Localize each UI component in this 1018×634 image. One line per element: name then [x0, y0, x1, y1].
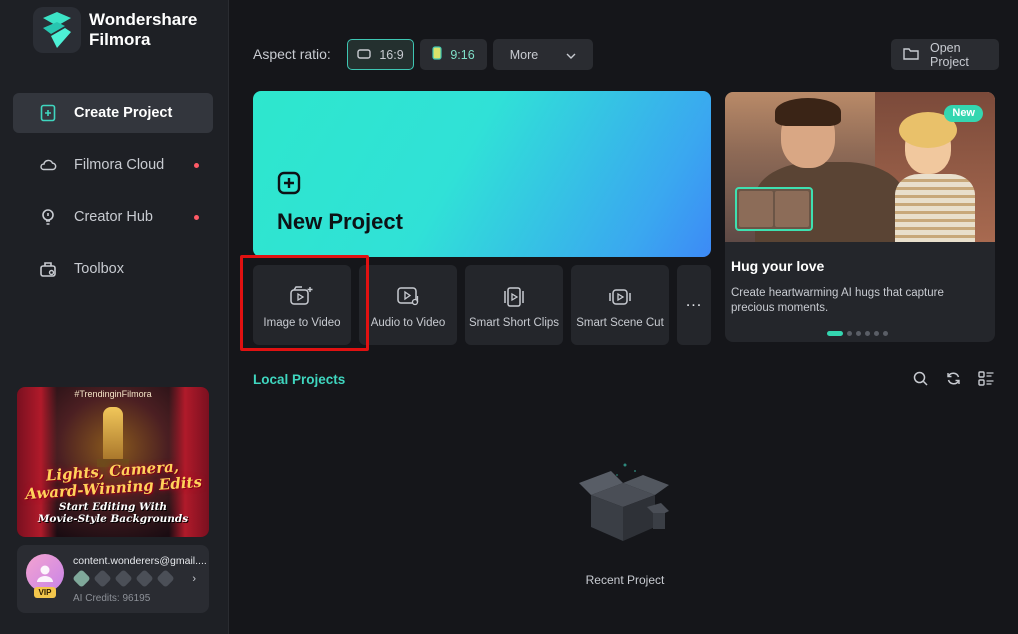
new-project-title: New Project: [277, 209, 403, 234]
aspect-more-dropdown[interactable]: More: [493, 39, 593, 70]
ai-credits: AI Credits: 96195: [73, 593, 151, 604]
badge-icon: [114, 569, 133, 588]
sidebar-nav: Create Project Filmora Cloud Creator Hub…: [13, 93, 213, 301]
new-badge: New: [944, 105, 983, 122]
audio-to-video-button[interactable]: Audio to Video: [359, 265, 457, 345]
sidebar-item-filmora-cloud[interactable]: Filmora Cloud: [13, 145, 213, 185]
create-project-icon: [39, 104, 57, 122]
vip-badge: VIP: [34, 587, 56, 598]
notification-dot: [194, 163, 199, 168]
aspect-9-16-label: 9:16: [450, 47, 475, 62]
thumbnail-preview: [735, 187, 813, 231]
account-badges: [72, 569, 175, 588]
carousel-dots: [827, 331, 888, 336]
open-project-label: Open Project: [930, 40, 969, 69]
local-projects-toolbar: [912, 370, 994, 386]
sidebar-item-label: Filmora Cloud: [74, 157, 165, 173]
app-logo: Wondershare Filmora: [33, 7, 209, 53]
feature-carousel[interactable]: New Hug your love Create heartwarming AI…: [725, 92, 995, 342]
sidebar-item-create-project[interactable]: Create Project: [13, 93, 213, 133]
chevron-right-icon[interactable]: ›: [192, 573, 196, 585]
badge-icon: [93, 569, 112, 588]
tool-label: Smart Short Clips: [468, 317, 560, 329]
new-project-button[interactable]: New Project: [253, 91, 711, 257]
portrait-icon: [432, 46, 442, 63]
empty-box-icon: [573, 455, 677, 560]
local-projects-title: Local Projects: [253, 372, 346, 387]
aspect-16-9-label: 16:9: [379, 47, 404, 62]
sidebar-item-label: Create Project: [74, 105, 173, 121]
feature-description: Create heartwarming AI hugs that capture…: [731, 287, 944, 314]
account-email: content.wonderers@gmail....: [73, 555, 207, 567]
plus-square-icon: [277, 171, 301, 200]
smart-short-clips-icon: [465, 285, 563, 309]
promo-subtitle: Start Editing With Movie-Style Backgroun…: [37, 501, 189, 525]
landscape-icon: [357, 48, 372, 62]
chevron-down-icon: [566, 48, 576, 62]
open-project-button[interactable]: Open Project: [891, 39, 999, 70]
carousel-dot[interactable]: [847, 331, 852, 336]
more-label: More: [509, 47, 539, 62]
smart-scene-cut-button[interactable]: Smart Scene Cut: [571, 265, 669, 345]
sidebar-item-toolbox[interactable]: Toolbox: [13, 249, 213, 289]
sidebar: Wondershare Filmora Create Project Filmo…: [0, 0, 229, 634]
list-view-icon[interactable]: [978, 370, 994, 386]
badge-icon: [156, 569, 175, 588]
search-icon[interactable]: [912, 370, 928, 386]
promo-tag: #TrendinginFilmora: [74, 389, 152, 399]
carousel-dot[interactable]: [827, 331, 843, 336]
toolbox-icon: [39, 260, 57, 278]
more-tools-button[interactable]: ...: [677, 265, 711, 345]
image-to-video-button[interactable]: Image to Video: [253, 265, 351, 345]
feature-title: Hug your love: [731, 258, 825, 274]
carousel-dot[interactable]: [856, 331, 861, 336]
tool-label: Audio to Video: [370, 317, 446, 329]
smart-scene-cut-icon: [571, 285, 669, 309]
sidebar-item-label: Toolbox: [74, 261, 124, 277]
refresh-icon[interactable]: [945, 370, 961, 386]
sidebar-item-label: Creator Hub: [74, 209, 153, 225]
carousel-dot[interactable]: [874, 331, 879, 336]
folder-icon: [903, 47, 919, 63]
tool-label: Smart Scene Cut: [576, 317, 664, 329]
image-to-video-icon: [253, 285, 351, 307]
smart-short-clips-button[interactable]: Smart Short Clips: [465, 265, 563, 345]
sidebar-item-creator-hub[interactable]: Creator Hub: [13, 197, 213, 237]
carousel-dot[interactable]: [865, 331, 870, 336]
account-panel[interactable]: VIP content.wonderers@gmail.... › AI Cre…: [17, 545, 209, 613]
tool-label: Image to Video: [263, 317, 341, 329]
audio-to-video-icon: [359, 285, 457, 307]
notification-dot: [194, 215, 199, 220]
lightbulb-icon: [39, 208, 57, 226]
trophy-icon: [103, 407, 123, 461]
badge-icon: [72, 569, 91, 588]
trending-promo-banner[interactable]: #TrendinginFilmora Lights, Camera, Award…: [17, 387, 209, 537]
aspect-9-16-button[interactable]: 9:16: [420, 39, 487, 70]
recent-project-label: Recent Project: [585, 573, 665, 587]
badge-icon: [135, 569, 154, 588]
aspect-16-9-button[interactable]: 16:9: [347, 39, 414, 70]
aspect-ratio-label: Aspect ratio:: [253, 46, 331, 62]
filmora-logo-icon: [33, 7, 81, 53]
carousel-dot[interactable]: [883, 331, 888, 336]
cloud-icon: [39, 156, 57, 174]
app-name: Wondershare Filmora: [89, 10, 198, 49]
